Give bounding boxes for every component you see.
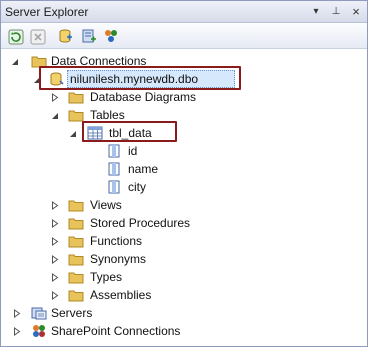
window-title: Server Explorer: [5, 5, 89, 19]
expand-arrow-icon[interactable]: [50, 273, 59, 282]
folder-icon: [68, 234, 84, 248]
tree-label-database-diagrams: Database Diagrams: [90, 90, 197, 104]
connect-database-icon: [59, 29, 72, 43]
folder-icon: [68, 198, 84, 212]
stop-button[interactable]: [29, 28, 46, 45]
tree-node-database-diagrams[interactable]: Database Diagrams: [1, 88, 367, 106]
tree-label-functions: Functions: [90, 234, 143, 248]
connect-to-database-button[interactable]: [57, 28, 74, 45]
expand-arrow-icon[interactable]: [50, 237, 59, 246]
tree-node-column[interactable]: id: [1, 142, 367, 160]
tree-label-stored-procedures: Stored Procedures: [90, 216, 191, 230]
folder-icon: [68, 108, 84, 122]
stop-icon: [30, 29, 45, 44]
expand-arrow-icon[interactable]: [50, 219, 59, 228]
expand-arrow-icon[interactable]: [12, 309, 21, 318]
tree-node-sharepoint-connections[interactable]: SharePoint Connections: [1, 322, 367, 340]
tree-node-assemblies[interactable]: Assemblies: [1, 286, 367, 304]
tree-node-types[interactable]: Types: [1, 268, 367, 286]
connect-to-server-button[interactable]: [81, 28, 98, 45]
column-icon: [107, 180, 123, 194]
annotation-box-connection: [39, 66, 241, 90]
annotation-box-tbl-data: [82, 121, 177, 142]
tree-node-column[interactable]: city: [1, 178, 367, 196]
collapse-arrow-icon[interactable]: [68, 129, 77, 138]
column-icon: [107, 162, 123, 176]
refresh-icon: [8, 29, 23, 44]
title-bar: Server Explorer ▾ ⊥ ×: [1, 1, 367, 23]
connect-to-sharepoint-button[interactable]: [103, 28, 120, 45]
tree-node-synonyms[interactable]: Synonyms: [1, 250, 367, 268]
folder-icon: [68, 288, 84, 302]
folder-icon: [68, 252, 84, 266]
connect-server-icon: [82, 29, 96, 43]
tree-label-sharepoint-connections: SharePoint Connections: [51, 324, 181, 338]
tree-node-stored-procedures[interactable]: Stored Procedures: [1, 214, 367, 232]
tree-label-views: Views: [90, 198, 122, 212]
tree-node-column[interactable]: name: [1, 160, 367, 178]
tree-label-column: id: [128, 144, 138, 158]
tree-node-tables[interactable]: Tables: [1, 106, 367, 124]
expand-arrow-icon[interactable]: [12, 327, 21, 336]
expand-arrow-icon[interactable]: [50, 291, 59, 300]
tree-node-tbl-data[interactable]: tbl_data: [1, 124, 367, 142]
expand-arrow-icon[interactable]: [50, 255, 59, 264]
tree-node-functions[interactable]: Functions: [1, 232, 367, 250]
tree-label-synonyms: Synonyms: [90, 252, 147, 266]
folder-icon: [68, 270, 84, 284]
tree-label-assemblies: Assemblies: [90, 288, 152, 302]
collapse-arrow-icon[interactable]: [10, 57, 19, 66]
close-icon[interactable]: ×: [349, 4, 363, 19]
tree-label-column: name: [128, 162, 159, 176]
tree-label-servers: Servers: [51, 306, 93, 320]
tree-node-views[interactable]: Views: [1, 196, 367, 214]
servers-icon: [31, 306, 47, 320]
column-icon: [107, 144, 123, 158]
folder-icon: [68, 90, 84, 104]
connect-sharepoint-icon: [105, 30, 117, 42]
tree-label-types: Types: [90, 270, 123, 284]
expand-arrow-icon[interactable]: [50, 201, 59, 210]
toolbar: [1, 24, 367, 49]
server-explorer-tree: Data Connections nilunilesh.mynewdb.dbo: [1, 50, 367, 346]
tree-label-tables: Tables: [90, 108, 125, 122]
expand-arrow-icon[interactable]: [50, 93, 59, 102]
refresh-button[interactable]: [7, 28, 24, 45]
server-explorer-window: Server Explorer ▾ ⊥ × Data Connections n…: [0, 0, 368, 347]
sharepoint-icon: [31, 324, 47, 338]
tree-label-column: city: [128, 180, 146, 194]
collapse-arrow-icon[interactable]: [50, 111, 59, 120]
auto-hide-pin-icon[interactable]: ⊥: [329, 4, 343, 18]
folder-icon: [68, 216, 84, 230]
window-position-dropdown-icon[interactable]: ▾: [309, 4, 323, 18]
tree-node-servers[interactable]: Servers: [1, 304, 367, 322]
